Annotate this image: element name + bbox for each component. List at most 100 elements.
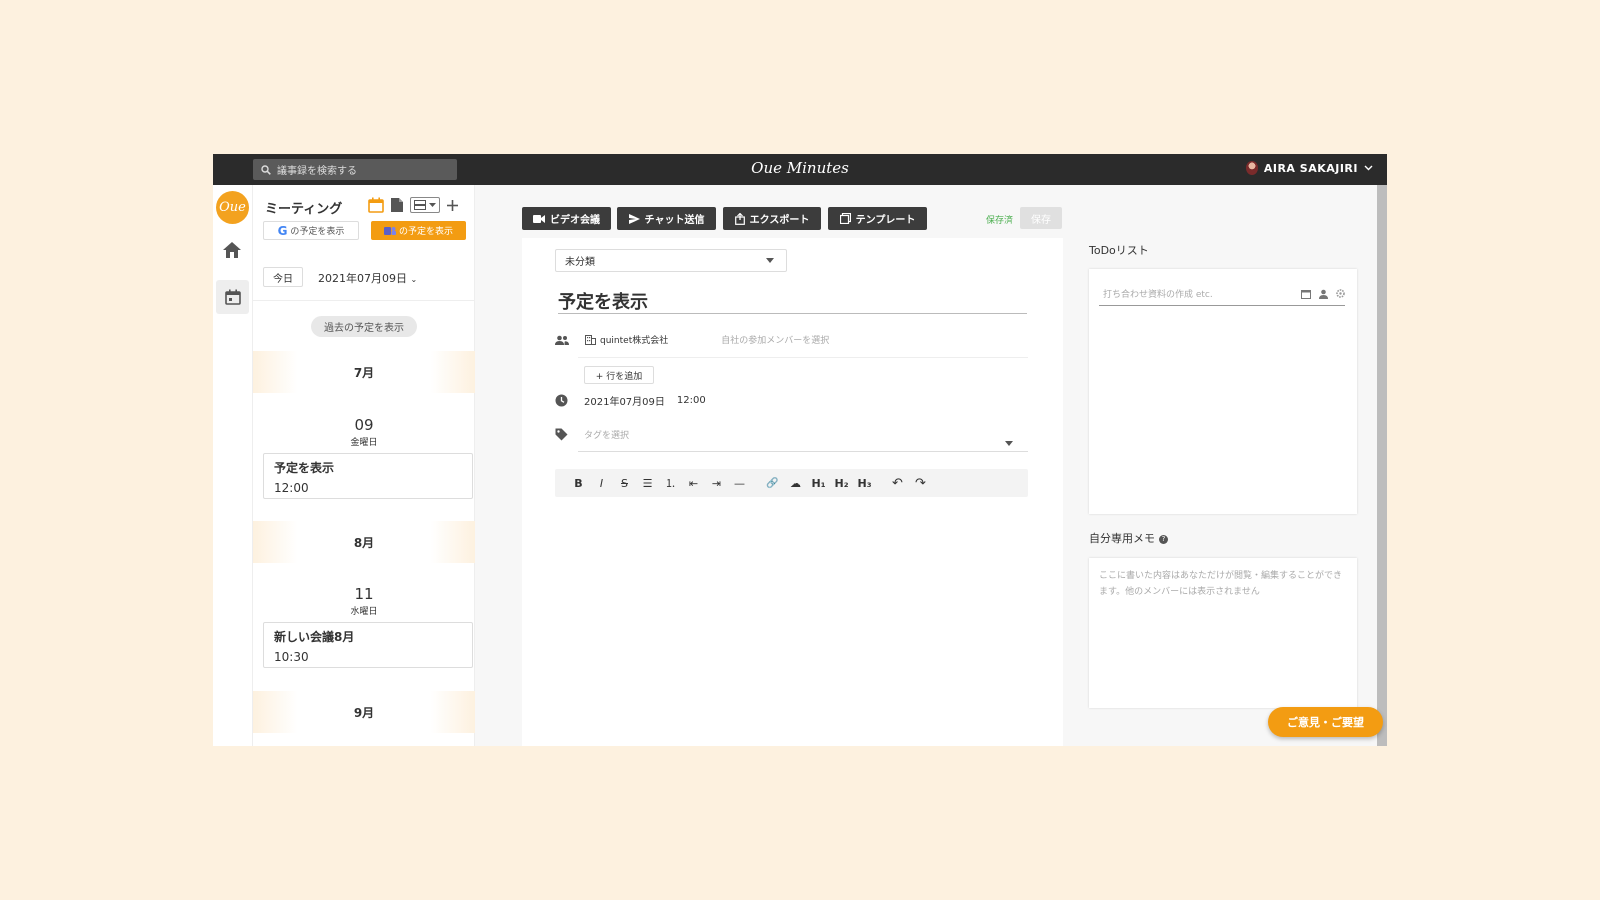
meeting-time[interactable]: 12:00 <box>677 395 706 406</box>
indent-icon[interactable]: ⇥ <box>705 477 728 490</box>
rich-text-toolbar: B I S ☰ ⒈ ⇤ ⇥ — 🔗 ☁ H₁ H₂ H₃ ↶ ↷ <box>555 469 1028 497</box>
memo-heading: 自分専用メモ? <box>1089 530 1168 546</box>
private-memo-input[interactable]: ここに書いた内容はあなただけが閲覧・編集することができます。他のメンバーには表示… <box>1089 558 1357 708</box>
bold-icon[interactable]: B <box>567 477 590 490</box>
video-icon <box>533 214 545 223</box>
google-icon: G <box>277 223 288 238</box>
calendar-icon[interactable] <box>1301 289 1311 299</box>
add-icon[interactable] <box>446 199 459 212</box>
day-header: 11 水曜日 <box>253 585 475 617</box>
list-view-icon <box>414 200 426 210</box>
calendar-view-icon[interactable] <box>368 197 384 213</box>
memo-heading-text: 自分専用メモ <box>1089 532 1155 545</box>
google-calendar-button[interactable]: G の予定を表示 <box>263 221 359 240</box>
day-number: 09 <box>354 416 374 434</box>
avatar <box>1245 161 1258 175</box>
month-header: 8月 <box>253 521 475 563</box>
todo-input-tools <box>1301 289 1345 299</box>
date-picker[interactable]: 2021年07月09日 ⌄ <box>318 270 417 286</box>
template-icon <box>839 213 851 224</box>
person-icon[interactable] <box>1319 289 1328 299</box>
chevron-down-icon <box>429 203 436 207</box>
chat-send-button[interactable]: チャット送信 <box>617 207 716 230</box>
view-switch-dropdown[interactable] <box>410 197 440 213</box>
export-button[interactable]: エクスポート <box>723 207 821 230</box>
top-bar: 議事録を検索する Oue Minutes AIRA SAKAJIRI <box>213 154 1387 185</box>
heading-2-icon[interactable]: H₂ <box>830 477 853 490</box>
template-label: テンプレート <box>855 215 916 226</box>
search-icon <box>261 164 271 175</box>
add-row-button[interactable]: + 行を追加 <box>584 366 654 384</box>
show-past-button[interactable]: 過去の予定を表示 <box>311 316 417 337</box>
divider <box>578 357 1028 358</box>
heading-3-icon[interactable]: H₃ <box>853 477 876 490</box>
meeting-document: 未分類 予定を表示 quintet株式会社 自社の参加メンバーを選択 + 行を追… <box>522 238 1063 746</box>
saved-status: 保存済 <box>986 216 1014 226</box>
left-rail: Oue <box>213 185 253 746</box>
company-name: quintet株式会社 <box>600 336 669 346</box>
template-button[interactable]: テンプレート <box>828 207 927 230</box>
video-call-label: ビデオ会議 <box>550 215 600 226</box>
meeting-date[interactable]: 2021年07月09日 <box>584 393 665 408</box>
category-select[interactable]: 未分類 <box>555 249 787 272</box>
member-select[interactable]: 自社の参加メンバーを選択 <box>721 333 829 346</box>
tag-icon <box>555 428 568 441</box>
user-menu[interactable]: AIRA SAKAJIRI <box>1245 161 1373 175</box>
gear-icon[interactable] <box>1336 289 1345 298</box>
dropdown-arrow-icon[interactable] <box>1005 441 1013 446</box>
chevron-down-icon <box>1364 165 1373 171</box>
people-icon <box>555 335 569 345</box>
upload-icon[interactable]: ☁ <box>784 477 807 490</box>
day-number: 11 <box>354 585 374 603</box>
meeting-title: 予定を表示 <box>274 461 335 475</box>
dropdown-arrow-icon <box>766 258 774 263</box>
teams-icon <box>383 226 396 235</box>
tag-row: タグを選択 <box>555 428 629 441</box>
outdent-icon[interactable]: ⇤ <box>682 477 705 490</box>
meeting-card[interactable]: 新しい会議8月 10:30 <box>263 622 473 668</box>
meeting-title: 新しい会議8月 <box>274 630 355 644</box>
feedback-button[interactable]: ご意見・ご要望 <box>1268 707 1383 737</box>
chevron-down-icon: ⌄ <box>410 275 418 284</box>
search-input[interactable]: 議事録を検索する <box>253 159 457 180</box>
building-icon <box>585 334 596 345</box>
document-icon[interactable] <box>390 197 404 213</box>
calendar-icon <box>224 289 241 305</box>
scrollbar[interactable] <box>1377 185 1387 746</box>
heading-1-icon[interactable]: H₁ <box>807 477 830 490</box>
home-icon[interactable] <box>222 241 242 259</box>
today-button[interactable]: 今日 <box>263 267 303 287</box>
undo-icon[interactable]: ↶ <box>886 476 909 491</box>
meeting-card[interactable]: 予定を表示 12:00 <box>263 453 473 499</box>
search-placeholder: 議事録を検索する <box>277 166 357 177</box>
calendar-nav-button[interactable] <box>216 280 249 314</box>
chat-send-label: チャット送信 <box>644 215 705 226</box>
teams-calendar-label: の予定を表示 <box>398 227 453 237</box>
oue-logo[interactable]: Oue <box>216 191 249 224</box>
horizontal-rule-icon[interactable]: — <box>728 477 751 490</box>
tag-select[interactable]: タグを選択 <box>584 428 629 441</box>
panel-tools <box>368 197 459 213</box>
datetime-row: 2021年07月09日 12:00 <box>555 393 706 408</box>
strikethrough-icon[interactable]: S <box>613 477 636 490</box>
divider <box>578 451 1028 452</box>
month-header: 9月 <box>253 691 475 733</box>
italic-icon[interactable]: I <box>590 477 613 490</box>
divider <box>253 300 475 301</box>
redo-icon[interactable]: ↷ <box>909 476 932 491</box>
meeting-time: 10:30 <box>274 650 309 664</box>
export-icon <box>734 212 745 225</box>
numbered-list-icon[interactable]: ⒈ <box>659 475 682 491</box>
teams-calendar-button[interactable]: の予定を表示 <box>371 221 466 240</box>
user-name: AIRA SAKAJIRI <box>1263 161 1358 175</box>
save-button[interactable]: 保存 <box>1020 207 1062 229</box>
video-call-button[interactable]: ビデオ会議 <box>522 207 611 230</box>
meeting-title-input[interactable]: 予定を表示 <box>558 288 1027 314</box>
google-calendar-label: の予定を表示 <box>290 227 345 237</box>
panel-title: ミーティング <box>265 202 343 217</box>
link-icon[interactable]: 🔗 <box>761 478 784 489</box>
bullet-list-icon[interactable]: ☰ <box>636 477 659 490</box>
clock-icon <box>555 394 568 407</box>
help-icon[interactable]: ? <box>1159 534 1168 544</box>
company-field[interactable]: quintet株式会社 <box>585 333 668 346</box>
